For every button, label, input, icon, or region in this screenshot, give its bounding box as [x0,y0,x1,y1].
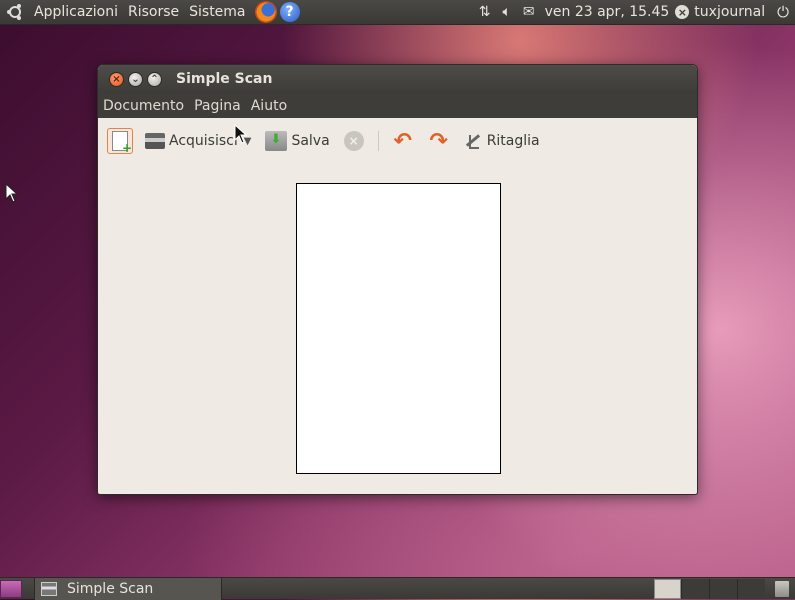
crop-button[interactable]: Ritaglia [463,131,540,151]
mail-icon[interactable]: ✉ [523,4,535,20]
window-titlebar[interactable]: × ⌄ ⌃ Simple Scan [98,65,697,93]
system-tray: ⇅ 🔈︎ ✉ ven 23 apr, 15.45 × tuxjournal ⏻ [473,0,795,25]
minimize-window-button[interactable]: ⌄ [128,71,143,87]
save-icon: ⬇ [265,131,288,151]
rotate-left-icon[interactable]: ↶ [391,129,415,154]
power-icon[interactable]: ⏻ [777,3,789,21]
toolbar-separator [377,131,379,151]
workspace-switcher [654,578,765,600]
network-icon[interactable]: ⇅ [479,4,491,20]
menubar: Documento Pagina Aiuto [98,93,697,118]
top-panel: Applicazioni Risorse Sistema ? ⇅ 🔈︎ ✉ ve… [0,0,795,25]
save-button[interactable]: ⬇ Salva [265,131,330,151]
window-title: Simple Scan [176,71,273,87]
scan-label: Acquisisci [169,133,238,149]
rotate-right-icon[interactable]: ↷ [427,129,451,154]
clock[interactable]: ven 23 apr, 15.45 [545,4,670,20]
menu-page[interactable]: Pagina [194,98,241,114]
crop-icon [463,131,483,151]
mouse-cursor-secondary [5,182,19,207]
crop-label: Ritaglia [486,133,540,149]
username[interactable]: tuxjournal [694,4,765,20]
scanned-page-preview[interactable] [296,183,501,474]
toolbar: + Acquisisci ▼ ⬇ Salva × ↶ ↷ Ritaglia [98,118,697,164]
scanner-icon [145,133,165,149]
places-menu[interactable]: Risorse [123,4,184,20]
mouse-cursor [234,123,248,148]
save-label: Salva [291,133,330,149]
workspace-4[interactable] [737,578,765,599]
ubuntu-logo-icon[interactable] [7,4,23,20]
new-document-button[interactable]: + [107,128,133,154]
bottom-panel: Simple Scan [0,577,795,600]
firefox-icon[interactable] [254,1,277,23]
new-document-icon: + [112,131,132,154]
simple-scan-window: × ⌄ ⌃ Simple Scan Documento Pagina Aiuto… [97,64,698,495]
workspace-1[interactable] [654,578,681,599]
taskbar-item-simple-scan[interactable]: Simple Scan [34,577,222,600]
taskbar-item-label: Simple Scan [67,580,154,597]
user-status-icon[interactable]: × [675,5,690,19]
show-desktop-icon[interactable] [0,579,22,598]
volume-icon[interactable]: 🔈︎ [502,4,510,20]
menu-help[interactable]: Aiuto [251,98,287,114]
scanner-icon [41,581,57,596]
workspace-3[interactable] [709,578,737,599]
maximize-window-button[interactable]: ⌃ [147,71,162,87]
workspace-2[interactable] [681,578,709,599]
close-window-button[interactable]: × [109,71,124,87]
stop-icon: × [343,131,364,151]
trash-icon[interactable] [775,580,789,597]
stop-scan-button[interactable]: × [343,131,364,151]
applications-menu[interactable]: Applicazioni [29,4,123,20]
menu-document[interactable]: Documento [103,98,184,114]
help-icon[interactable]: ? [279,2,300,22]
system-menu[interactable]: Sistema [184,4,250,20]
